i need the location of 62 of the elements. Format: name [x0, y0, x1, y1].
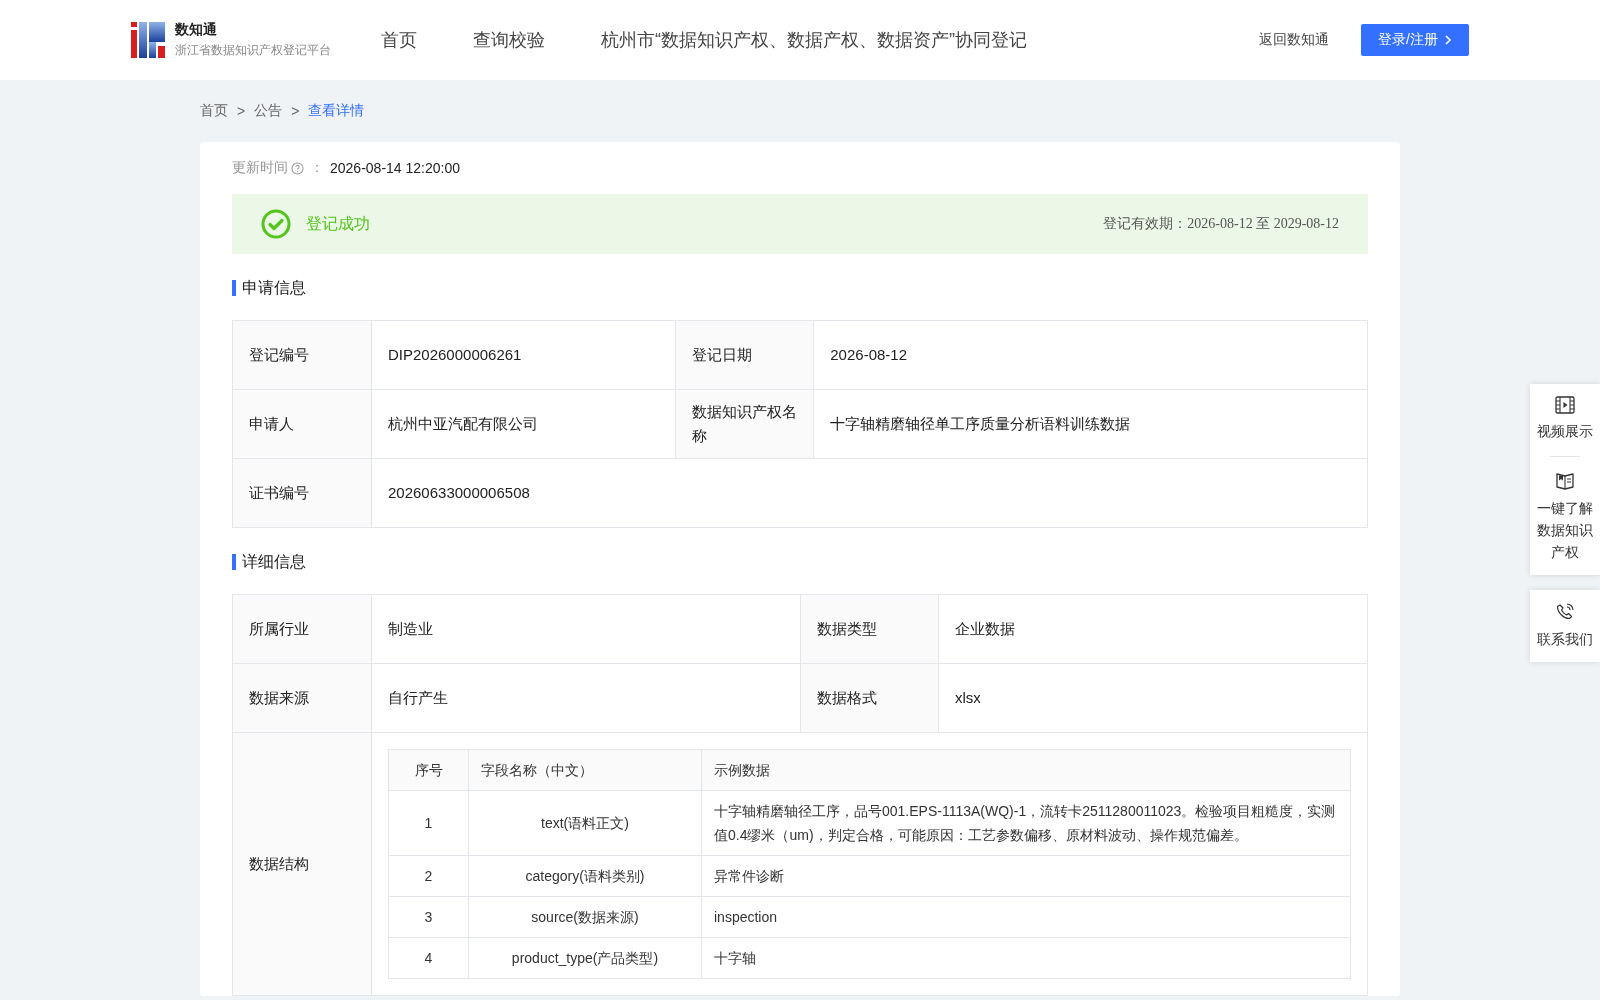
- table-cell: 4: [388, 937, 469, 979]
- book-icon: [1555, 471, 1575, 491]
- field-label: 数据知识产权名称: [675, 389, 814, 459]
- field-value: 十字轴精磨轴径单工序质量分析语料训练数据: [813, 389, 1368, 459]
- field-label: 数据来源: [232, 663, 372, 733]
- table-cell: source(数据来源): [468, 896, 702, 938]
- logo-subtitle: 浙江省数据知识产权登记平台: [175, 42, 331, 59]
- breadcrumb-link[interactable]: 查看详情: [308, 102, 365, 120]
- table-cell: 1: [388, 790, 469, 856]
- field-label: 数据格式: [800, 663, 939, 733]
- field-value: xlsx: [938, 663, 1368, 733]
- help-icon: [291, 161, 304, 175]
- column-header: 字段名称（中文）: [468, 749, 702, 791]
- section-title: 申请信息: [232, 280, 1368, 296]
- nav-link[interactable]: 杭州市“数据知识产权、数据产权、数据资产”协同登记: [601, 28, 1027, 52]
- table-cell: 十字轴: [701, 937, 1351, 979]
- back-link[interactable]: 返回数知通: [1259, 31, 1329, 49]
- table-cell: 十字轴精磨轴径工序，品号001.EPS-1113A(WQ)-1，流转卡2511280011023。检验项目粗糙度，实测值0.4缪米（um)，判定合格，可能原因：工艺参数偏移、原材料波动、操作规范偏差。: [701, 790, 1351, 856]
- table-cell: inspection: [701, 896, 1351, 938]
- table-cell: text(语料正文): [468, 790, 702, 856]
- colon: ：: [310, 159, 324, 177]
- update-time-label: 更新时间: [232, 159, 288, 177]
- field-label: 登记日期: [675, 320, 814, 390]
- field-label: 所属行业: [232, 594, 372, 664]
- field-label: 登记编号: [232, 320, 372, 390]
- field-label: 数据结构: [232, 732, 372, 996]
- phone-icon: [1555, 602, 1575, 622]
- column-header: 序号: [388, 749, 469, 791]
- chevron-icon: [1443, 35, 1452, 45]
- side-link[interactable]: 一键了解数据知识产权: [1536, 469, 1594, 565]
- breadcrumb-separator: >: [237, 103, 246, 119]
- field-label: 数据类型: [800, 594, 939, 664]
- table-cell: 异常件诊断: [701, 855, 1351, 897]
- nav-link[interactable]: 首页: [381, 28, 417, 52]
- section-title: 详细信息: [232, 554, 1368, 570]
- breadcrumb-separator: >: [291, 103, 300, 119]
- login-button[interactable]: 登录/注册: [1361, 24, 1469, 56]
- nav-link[interactable]: 查询校验: [473, 28, 545, 52]
- field-value: 20260633000006508: [371, 458, 1368, 528]
- field-label: 申请人: [232, 389, 372, 459]
- table-cell: 2: [388, 855, 469, 897]
- logo-icon: [131, 22, 165, 58]
- field-value: 2026-08-12: [813, 320, 1368, 390]
- breadcrumb-link[interactable]: 公告: [254, 102, 283, 120]
- field-value: 杭州中亚汽配有限公司: [371, 389, 676, 459]
- side-link[interactable]: 联系我们: [1536, 600, 1594, 652]
- breadcrumb-link[interactable]: 首页: [200, 102, 228, 120]
- field-value: DIP2026000006261: [371, 320, 676, 390]
- side-link[interactable]: 视频展示: [1536, 394, 1594, 444]
- field-value: 制造业: [371, 594, 801, 664]
- table-cell: product_type(产品类型): [468, 937, 702, 979]
- field-value: 自行产生: [371, 663, 801, 733]
- table-cell: category(语料类别): [468, 855, 702, 897]
- update-time-value: 2026-08-14 12:20:00: [330, 160, 460, 176]
- validity-period: 登记有效期：2026-08-12 至 2029-08-12: [1103, 215, 1339, 233]
- field-value: 企业数据: [938, 594, 1368, 664]
- table-cell: 3: [388, 896, 469, 938]
- field-label: 证书编号: [232, 458, 372, 528]
- column-header: 示例数据: [701, 749, 1351, 791]
- logo-title: 数知通: [175, 21, 218, 39]
- status-text: 登记成功: [306, 213, 370, 234]
- film-icon: [1555, 396, 1575, 414]
